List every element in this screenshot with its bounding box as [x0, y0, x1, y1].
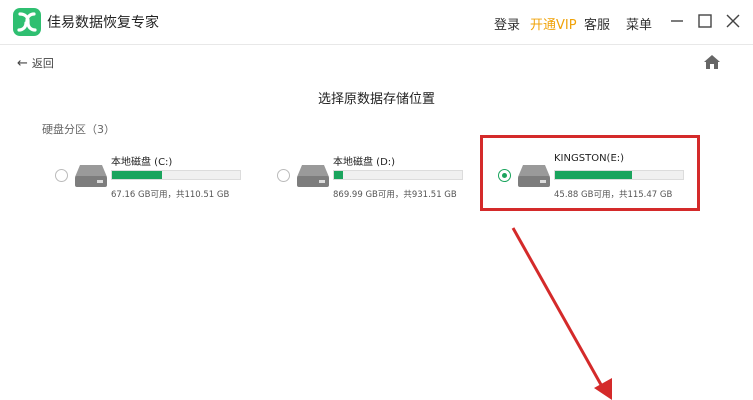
- home-button[interactable]: [703, 54, 721, 70]
- minimize-icon: [671, 20, 683, 22]
- drive-usage-fill: [334, 171, 343, 179]
- hard-disk-icon: [297, 165, 329, 187]
- drive-radio-c[interactable]: [55, 169, 68, 182]
- hard-disk-icon: [75, 165, 107, 187]
- selection-highlight-box: [480, 135, 700, 211]
- menu-link[interactable]: 菜单: [626, 14, 652, 33]
- drive-usage-fill: [112, 171, 162, 179]
- home-icon: [704, 55, 720, 69]
- app-title: 佳易数据恢复专家: [47, 15, 159, 31]
- drive-radio-d[interactable]: [277, 169, 290, 182]
- drive-usage-bar: [111, 170, 241, 180]
- login-link[interactable]: 登录: [494, 14, 520, 33]
- arrow-left-icon: ←: [17, 56, 28, 71]
- title-bar: 佳易数据恢复专家 登录 开通VIP 客服 菜单: [0, 0, 753, 45]
- drive-name: 本地磁盘 (C:): [111, 157, 173, 168]
- section-label: 硬盘分区（3）: [42, 123, 115, 136]
- drive-capacity: 869.99 GB可用，共931.51 GB: [333, 190, 457, 200]
- back-label: 返回: [31, 57, 54, 70]
- app-logo-icon: [13, 8, 41, 36]
- vip-link[interactable]: 开通VIP: [530, 14, 577, 33]
- drive-name: 本地磁盘 (D:): [333, 157, 396, 168]
- close-icon: [726, 14, 740, 28]
- service-link[interactable]: 客服: [584, 14, 610, 33]
- back-button[interactable]: ← 返回: [17, 55, 54, 71]
- page-title: 选择原数据存储位置: [317, 92, 435, 107]
- drive-capacity: 67.16 GB可用，共110.51 GB: [111, 190, 230, 200]
- drive-item-c[interactable]: 本地磁盘 (C:) 67.16 GB可用，共110.51 GB: [55, 140, 265, 210]
- minimize-button[interactable]: [667, 11, 687, 31]
- drive-usage-bar: [333, 170, 463, 180]
- drive-item-d[interactable]: 本地磁盘 (D:) 869.99 GB可用，共931.51 GB: [277, 140, 487, 210]
- close-button[interactable]: [723, 11, 743, 31]
- maximize-button[interactable]: [695, 11, 715, 31]
- maximize-icon: [698, 14, 712, 28]
